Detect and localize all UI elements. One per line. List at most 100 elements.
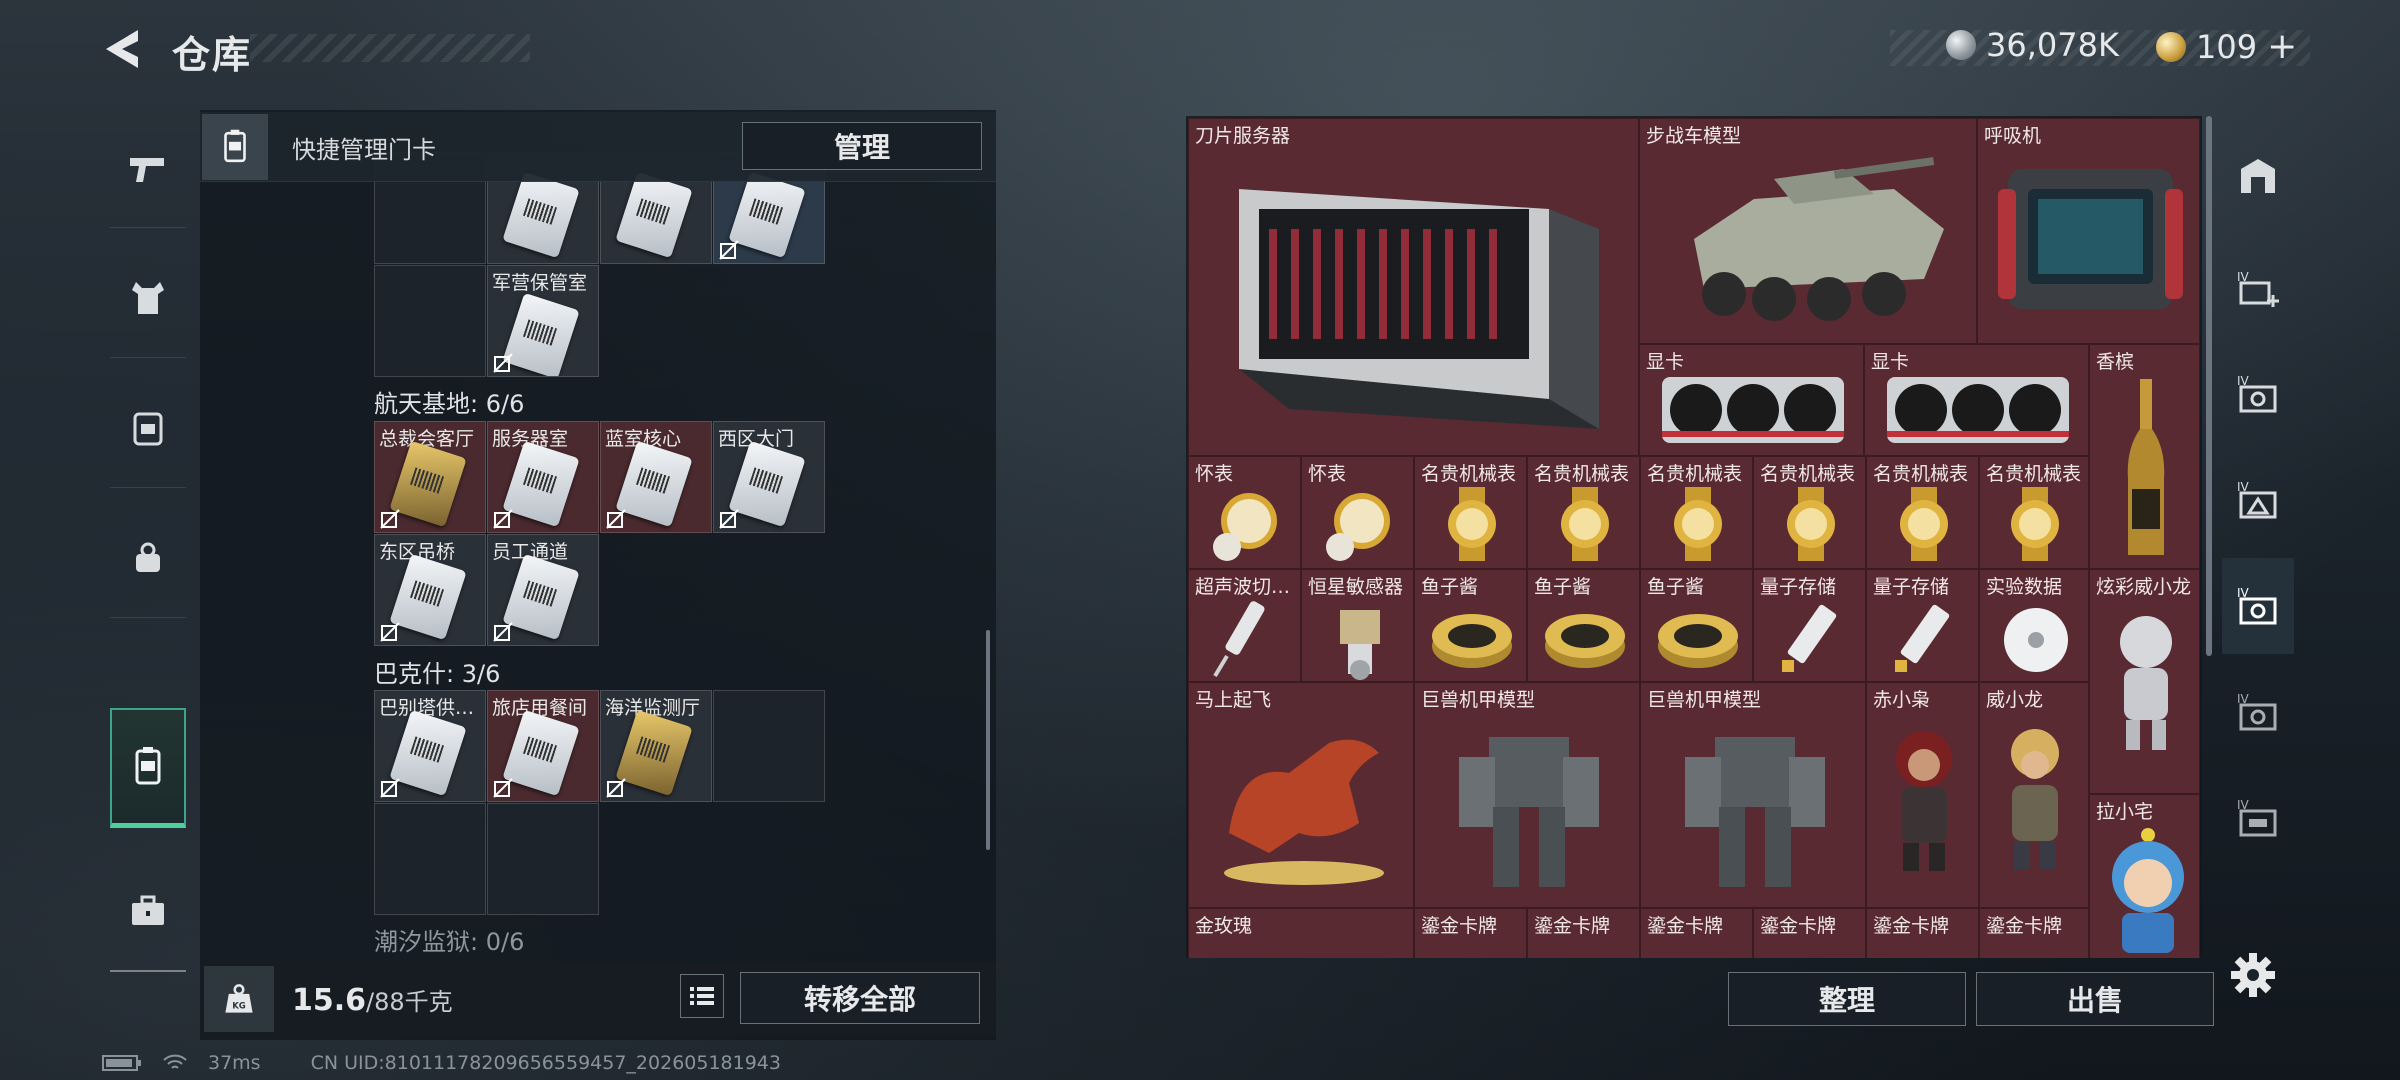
item-luxury-watch[interactable]: 名贵机械表 [1640, 456, 1753, 569]
battery-icon [102, 1055, 141, 1071]
item-label: 香槟 [2096, 351, 2135, 373]
sort-button[interactable]: 整理 [1728, 972, 1966, 1026]
quick-manage-keycard-icon [202, 114, 268, 180]
gold-currency[interactable]: 109 + [2156, 26, 2297, 67]
keycard-slot-empty[interactable] [374, 265, 486, 377]
stash-tab-4[interactable]: IV [2222, 664, 2294, 760]
quick-manage-label: 快捷管理门卡 [292, 136, 436, 164]
item-label: 量子存储 [1760, 576, 1837, 598]
no-transfer-icon [606, 778, 626, 798]
item-quantum-storage[interactable]: 量子存储 [1866, 569, 1979, 682]
settings-gear-icon[interactable] [2228, 950, 2278, 1000]
keycard-slot[interactable]: 总裁会客厅 [374, 421, 486, 533]
no-transfer-icon [380, 778, 400, 798]
item-gpu[interactable]: 显卡 [1639, 344, 1864, 456]
keycard-slot[interactable]: 军营保管室 [487, 265, 599, 377]
keycard-slot[interactable]: 海洋监测厅 [600, 690, 712, 802]
stash-tab-2[interactable]: IV [2222, 452, 2294, 548]
add-stash-icon: IV [2237, 270, 2279, 307]
item-gilded-card[interactable]: 鎏金卡牌 [1866, 908, 1979, 958]
weight-current: 15.6 [292, 983, 367, 1018]
keycard-slot[interactable]: 巴别塔供… [374, 690, 486, 802]
nav-backpack[interactable] [110, 368, 186, 488]
keycard-slot[interactable]: 西区大门 [713, 421, 825, 533]
item-pocket-watch[interactable]: 怀表 [1301, 456, 1414, 569]
item-caviar[interactable]: 鱼子酱 [1414, 569, 1527, 682]
blade-server-image [1239, 189, 1599, 429]
nav-case[interactable] [110, 852, 186, 972]
item-rainbow-dragon[interactable]: 炫彩威小龙 [2089, 569, 2200, 794]
item-label: 巨兽机甲模型 [1647, 689, 1762, 711]
item-gilded-card[interactable]: 鎏金卡牌 [1414, 908, 1527, 958]
item-mech-model[interactable]: 巨兽机甲模型 [1414, 682, 1640, 908]
keycard-slot[interactable]: 服务器室 [487, 421, 599, 533]
item-label: 怀表 [1308, 463, 1347, 485]
mech-model-image [1685, 737, 1825, 887]
item-caviar[interactable]: 鱼子酱 [1527, 569, 1640, 682]
item-gilded-card[interactable]: 鎏金卡牌 [1979, 908, 2089, 958]
add-gold-button[interactable]: + [2267, 26, 2297, 67]
item-champagne[interactable]: 香槟 [2089, 344, 2200, 569]
stash-tab-add[interactable]: IV [2222, 240, 2294, 336]
item-pocket-watch[interactable]: 怀表 [1188, 456, 1301, 569]
keycard-slot-empty[interactable] [713, 690, 825, 802]
item-luxury-watch[interactable]: 名贵机械表 [1527, 456, 1640, 569]
back-arrow-icon[interactable] [100, 26, 146, 72]
item-mech-model[interactable]: 巨兽机甲模型 [1640, 682, 1866, 908]
nav-rig[interactable] [110, 498, 186, 618]
stash-tab-main[interactable] [2222, 128, 2294, 224]
item-gold-rose[interactable]: 金玫瑰 [1188, 908, 1414, 958]
sell-button[interactable]: 出售 [1976, 972, 2214, 1026]
stash-tab-3-active[interactable]: IV [2222, 558, 2294, 654]
keycard-slot[interactable]: 员工通道 [487, 534, 599, 646]
ping-readout: 37ms [208, 1052, 261, 1074]
keycard-slot[interactable]: 蓝室核心 [600, 421, 712, 533]
item-ventilator[interactable]: 呼吸机 [1977, 118, 2200, 344]
item-caviar[interactable]: 鱼子酱 [1640, 569, 1753, 682]
pocket-watch-image [1213, 493, 1277, 561]
item-wei-dragon-figure[interactable]: 威小龙 [1979, 682, 2089, 908]
keycard-slot-empty[interactable] [487, 803, 599, 915]
item-red-owl-figure[interactable]: 赤小枭 [1866, 682, 1979, 908]
nav-weapon[interactable] [110, 108, 186, 228]
item-blade-server[interactable]: 刀片服务器 [1188, 118, 1639, 456]
item-star-sensor[interactable]: 恒星敏感器 [1301, 569, 1414, 682]
item-gilded-card[interactable]: 鎏金卡牌 [1753, 908, 1866, 958]
item-quantum-storage[interactable]: 量子存储 [1753, 569, 1866, 682]
item-la-zhai-figure[interactable]: 拉小宅 [2089, 794, 2200, 958]
transfer-all-button[interactable]: 转移全部 [740, 972, 980, 1024]
caviar-tin-image [1658, 614, 1738, 668]
item-luxury-watch[interactable]: 名贵机械表 [1979, 456, 2089, 569]
stash-scrollbar[interactable] [2206, 116, 2212, 656]
item-label: 怀表 [1195, 463, 1234, 485]
keycard-slot-empty[interactable] [374, 803, 486, 915]
uid-readout: CN UID:81011178209656559457_202605181943 [310, 1052, 781, 1074]
item-label: 巨兽机甲模型 [1421, 689, 1536, 711]
stash-tab-1[interactable]: IV [2222, 346, 2294, 442]
item-gilded-card[interactable]: 鎏金卡牌 [1527, 908, 1640, 958]
nav-keycard[interactable] [110, 708, 186, 828]
item-label: 鎏金卡牌 [1647, 915, 1724, 937]
keycard-slot[interactable]: 东区吊桥 [374, 534, 486, 646]
item-luxury-watch[interactable]: 名贵机械表 [1753, 456, 1866, 569]
stash-tab-5[interactable]: IV [2222, 770, 2294, 866]
item-experiment-data[interactable]: 实验数据 [1979, 569, 2089, 682]
item-label: 金玫瑰 [1195, 915, 1253, 937]
item-luxury-watch[interactable]: 名贵机械表 [1414, 456, 1527, 569]
no-transfer-icon [606, 509, 626, 529]
keycard-slot[interactable]: 旅店用餐间 [487, 690, 599, 802]
ifv-model-image [1694, 157, 1944, 321]
nav-armor[interactable] [110, 238, 186, 358]
item-ultrasonic-cutter[interactable]: 超声波切… [1188, 569, 1301, 682]
item-horse-statue[interactable]: 马上起飞 [1188, 682, 1414, 908]
item-gpu[interactable]: 显卡 [1864, 344, 2089, 456]
data-disc-image [2004, 608, 2068, 672]
item-ifv-model[interactable]: 步战车模型 [1639, 118, 1977, 344]
manage-button[interactable]: 管理 [742, 122, 982, 170]
item-label: 马上起飞 [1195, 689, 1272, 711]
list-view-button[interactable] [680, 974, 724, 1018]
left-scrollbar[interactable] [986, 630, 990, 850]
item-luxury-watch[interactable]: 名贵机械表 [1866, 456, 1979, 569]
item-gilded-card[interactable]: 鎏金卡牌 [1640, 908, 1753, 958]
item-label: 实验数据 [1986, 576, 2063, 598]
